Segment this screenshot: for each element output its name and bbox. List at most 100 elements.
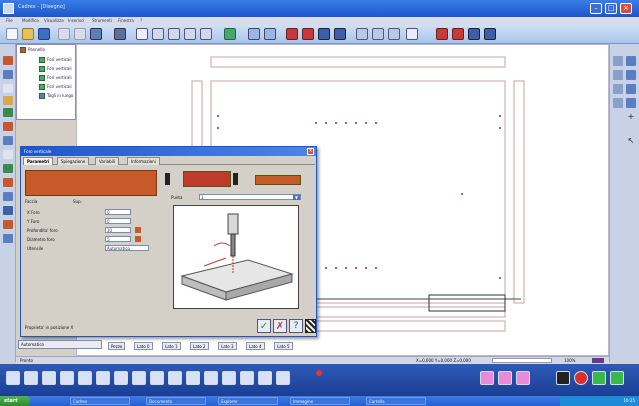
tree-item[interactable]: Tagli in lungo (39, 93, 73, 101)
edge-tool-icon[interactable] (3, 122, 13, 131)
top-edge-strip[interactable] (210, 56, 506, 68)
view-top-icon[interactable] (248, 28, 260, 40)
tab-piece[interactable]: Pezzo (108, 342, 126, 350)
tree-root[interactable]: Pannello (20, 47, 45, 55)
dock-icon-save[interactable] (60, 371, 74, 385)
face-sample[interactable] (183, 171, 231, 187)
panel-tool-icon[interactable] (3, 56, 13, 65)
cancel-op-icon[interactable] (436, 28, 448, 40)
label-tool-icon[interactable] (3, 220, 13, 229)
menu-help[interactable]: ? (140, 18, 142, 23)
pocket-tool-icon[interactable] (3, 108, 13, 117)
tab-side-1[interactable]: Lato 1 (162, 342, 181, 350)
dock-icon-stop[interactable] (240, 371, 254, 385)
snap-icon[interactable] (613, 70, 623, 80)
dock-icon-sim[interactable] (204, 371, 218, 385)
task-button[interactable]: Cadrex (70, 397, 130, 405)
dock-icon-label[interactable] (276, 371, 290, 385)
new-icon[interactable] (6, 28, 18, 40)
menu-tools[interactable]: Strumenti (92, 18, 112, 23)
osnap-icon[interactable] (626, 84, 636, 94)
dialog-close-button[interactable]: × (307, 148, 314, 155)
start-button[interactable]: start (0, 396, 30, 406)
measure-icon[interactable] (318, 28, 330, 40)
cancel-button[interactable]: ✗ (273, 319, 287, 333)
dock-icon-print[interactable] (42, 371, 56, 385)
paste-icon[interactable] (90, 28, 102, 40)
dock-icon-panel[interactable] (186, 371, 200, 385)
task-button[interactable]: Explorer (218, 397, 278, 405)
tree-item[interactable]: Fori verticali (39, 66, 72, 74)
menu-insert[interactable]: Inserisci (68, 18, 84, 23)
rotate-icon[interactable] (356, 28, 368, 40)
dock-icon-report[interactable] (258, 371, 272, 385)
dock-icon-run[interactable] (222, 371, 236, 385)
zoom-all-icon[interactable] (184, 28, 196, 40)
dock-icon-pink-2[interactable] (498, 371, 512, 385)
menu-file[interactable]: File (6, 18, 13, 23)
tab-parameters[interactable]: Parametri (23, 157, 54, 165)
record-icon[interactable] (316, 370, 322, 376)
properties-icon[interactable] (626, 56, 636, 66)
close-button[interactable]: × (620, 3, 632, 14)
diameter-picker-icon[interactable] (135, 236, 141, 242)
menu-view[interactable]: Visualizza (44, 18, 64, 23)
task-button[interactable]: Documento (146, 397, 206, 405)
tab-side-0[interactable]: Lato 0 (134, 342, 153, 350)
dock-icon-list[interactable] (150, 371, 164, 385)
open-icon[interactable] (22, 28, 34, 40)
polar-icon[interactable] (613, 98, 623, 108)
depth-field[interactable]: 10 (105, 227, 131, 233)
zoom-out-icon[interactable] (168, 28, 180, 40)
material-sample[interactable] (255, 175, 301, 185)
cut-tool-icon[interactable] (3, 84, 13, 93)
print-icon[interactable] (114, 28, 126, 40)
macro-tool-icon[interactable] (3, 164, 13, 173)
tab-explanation[interactable]: Spiegazione (57, 157, 90, 165)
groove-tool-icon[interactable] (3, 96, 13, 105)
dock-icon-pink-3[interactable] (516, 371, 530, 385)
tool-field[interactable]: Automatico (105, 245, 149, 251)
cancel-all-icon[interactable] (452, 28, 464, 40)
ok-button[interactable]: ✓ (257, 319, 271, 333)
tree-item[interactable]: Fori verticali (39, 75, 72, 83)
color-preview[interactable] (25, 170, 157, 196)
zoom-window-icon[interactable] (136, 28, 148, 40)
ortho-icon[interactable] (613, 84, 623, 94)
task-button[interactable]: Immagine (290, 397, 350, 405)
mirror-icon[interactable] (372, 28, 384, 40)
save-icon[interactable] (38, 28, 50, 40)
dock-icon-grid[interactable] (168, 371, 182, 385)
pattern-icon[interactable] (305, 319, 316, 333)
pan-icon[interactable] (200, 28, 212, 40)
text-tool-icon[interactable] (3, 150, 13, 159)
tab-side-2[interactable]: Lato 2 (190, 342, 209, 350)
dock-icon-machine[interactable] (6, 371, 20, 385)
cut-icon[interactable] (58, 28, 70, 40)
dock-icon-stop-red[interactable] (574, 371, 588, 385)
dock-icon-dark[interactable] (556, 371, 570, 385)
menu-window[interactable]: Finestra (118, 18, 134, 23)
maximize-button[interactable]: □ (605, 3, 617, 14)
router-tool-icon[interactable] (3, 206, 13, 215)
delete-icon[interactable] (286, 28, 298, 40)
task-button[interactable]: Cartella (366, 397, 426, 405)
view-front-icon[interactable] (264, 28, 276, 40)
dock-icon-go-2[interactable] (610, 371, 624, 385)
export-icon[interactable] (484, 28, 496, 40)
menu-edit[interactable]: Modifica (22, 18, 39, 23)
delete-all-icon[interactable] (302, 28, 314, 40)
x-field[interactable]: 0 (105, 209, 131, 215)
dock-icon-export[interactable] (24, 371, 38, 385)
pencil-icon[interactable] (406, 28, 418, 40)
dock-icon-config[interactable] (114, 371, 128, 385)
pointer-icon[interactable]: ↖ (626, 136, 636, 146)
layer-icon[interactable] (613, 56, 623, 66)
zoom-in-icon[interactable] (152, 28, 164, 40)
diameter-field[interactable]: 5 (105, 236, 131, 242)
dock-icon-open[interactable] (78, 371, 92, 385)
dock-icon-pink-1[interactable] (480, 371, 494, 385)
tool-select[interactable]: 1 (199, 194, 301, 200)
depth-picker-icon[interactable] (135, 227, 141, 233)
origin-tool-icon[interactable] (3, 234, 13, 243)
